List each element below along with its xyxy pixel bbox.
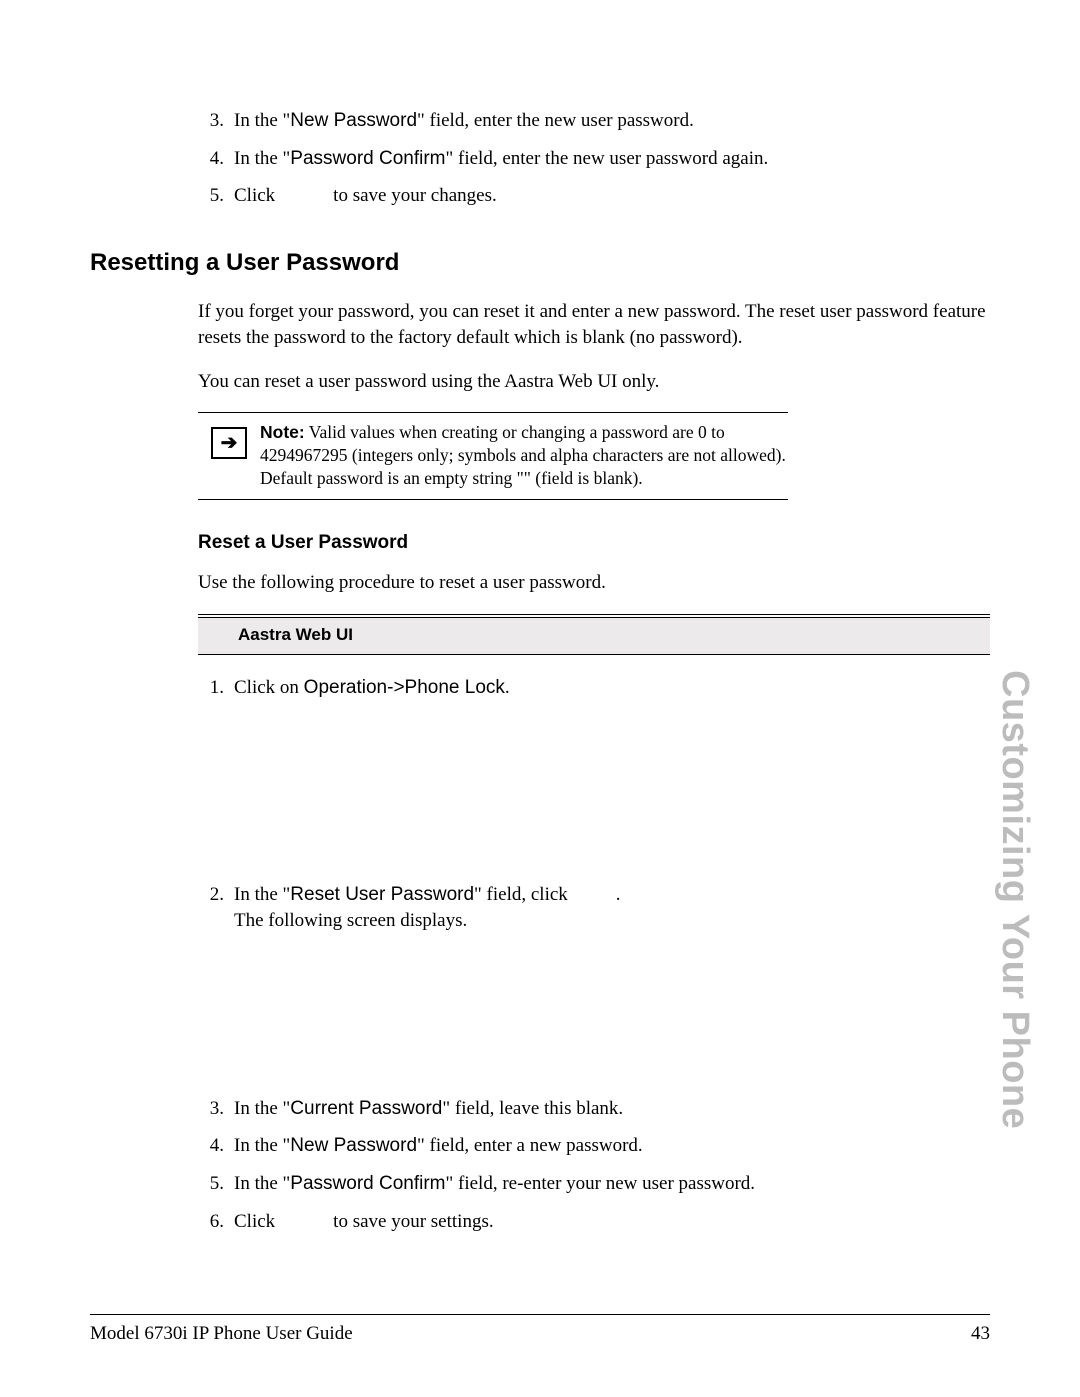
step-number: 4. xyxy=(198,146,234,172)
step-number: 2. xyxy=(198,882,234,933)
step-post: " field, leave this blank. xyxy=(442,1098,623,1119)
list-item: 6. Click to save your settings. xyxy=(198,1209,990,1235)
step-body: In the "Password Confirm" field, enter t… xyxy=(234,146,990,172)
arrow-right-icon: ➔ xyxy=(211,427,247,459)
step-pre: In the " xyxy=(234,148,290,169)
step-field: Operation->Phone Lock xyxy=(304,677,505,698)
step-body: Click to save your changes. xyxy=(234,183,990,209)
step-pre: Click xyxy=(234,1211,275,1232)
step-pre: In the " xyxy=(234,1098,290,1119)
paragraph: Use the following procedure to reset a u… xyxy=(198,570,990,596)
note-body: Valid values when creating or changing a… xyxy=(260,422,786,488)
image-placeholder xyxy=(198,712,990,882)
note-block: ➔ Note: Valid values when creating or ch… xyxy=(198,412,788,500)
step-body: In the "Reset User Password" field, clic… xyxy=(234,882,990,933)
section-heading: Resetting a User Password xyxy=(90,247,990,279)
list-item: 3. In the "New Password" field, enter th… xyxy=(198,108,990,134)
note-icon-cell: ➔ xyxy=(198,421,260,489)
step-body: In the "Current Password" field, leave t… xyxy=(234,1096,990,1122)
bottom-steps-list: 3. In the "Current Password" field, leav… xyxy=(198,1096,990,1235)
step-number: 6. xyxy=(198,1209,234,1235)
step-post: . xyxy=(505,677,510,698)
procedure-bar: Aastra Web UI xyxy=(198,614,990,655)
step-pre: In the " xyxy=(234,884,290,905)
step-pre: Click on xyxy=(234,677,304,698)
list-item: 3. In the "Current Password" field, leav… xyxy=(198,1096,990,1122)
step-body: Click to save your settings. xyxy=(234,1209,990,1235)
step-number: 5. xyxy=(198,183,234,209)
list-item: 5. In the "Password Confirm" field, re-e… xyxy=(198,1171,990,1197)
step-pre: In the " xyxy=(234,1173,290,1194)
step-post: " field, re-enter your new user password… xyxy=(446,1173,756,1194)
step-body: In the "New Password" field, enter the n… xyxy=(234,108,990,134)
page-footer: Model 6730i IP Phone User Guide 43 xyxy=(90,1314,990,1345)
procedure-label: Aastra Web UI xyxy=(198,615,990,654)
note-text: Note: Valid values when creating or chan… xyxy=(260,421,788,489)
main-content: 3. In the "New Password" field, enter th… xyxy=(198,108,990,1234)
note-label: Note: xyxy=(260,422,305,442)
sub-heading: Reset a User Password xyxy=(198,530,990,556)
list-item: 4. In the "Password Confirm" field, ente… xyxy=(198,146,990,172)
step-body: Click on Operation->Phone Lock. xyxy=(234,675,990,701)
list-item: 1. Click on Operation->Phone Lock. xyxy=(198,675,990,701)
step-field: New Password xyxy=(290,110,417,131)
top-steps-list: 3. In the "New Password" field, enter th… xyxy=(198,108,990,209)
side-chapter-title: Customizing Your Phone xyxy=(993,670,1036,1129)
step-extra-line: The following screen displays. xyxy=(234,910,467,931)
step-pre: In the " xyxy=(234,110,290,131)
step-field: Current Password xyxy=(290,1098,442,1119)
procedure-steps: 2. In the "Reset User Password" field, c… xyxy=(198,882,990,933)
step-field: Password Confirm xyxy=(290,1173,445,1194)
paragraph: If you forget your password, you can res… xyxy=(198,299,990,350)
step-post: to save your changes. xyxy=(333,185,497,206)
step-number: 3. xyxy=(198,108,234,134)
step-post: " field, enter the new user password aga… xyxy=(446,148,769,169)
list-item: 2. In the "Reset User Password" field, c… xyxy=(198,882,990,933)
step-post: to save your settings. xyxy=(333,1211,493,1232)
image-placeholder xyxy=(198,946,990,1096)
step-body: In the "Password Confirm" field, re-ente… xyxy=(234,1171,990,1197)
step-field: New Password xyxy=(290,1135,417,1156)
step-pre: In the " xyxy=(234,1135,290,1156)
footer-left: Model 6730i IP Phone User Guide xyxy=(90,1323,353,1345)
step-post: " field, click xyxy=(474,884,568,905)
step-number: 1. xyxy=(198,675,234,701)
list-item: 5. Click to save your changes. xyxy=(198,183,990,209)
step-pre: Click xyxy=(234,185,275,206)
paragraph: You can reset a user password using the … xyxy=(198,369,990,395)
document-page: 3. In the "New Password" field, enter th… xyxy=(0,0,1080,1397)
footer-page-number: 43 xyxy=(971,1323,990,1345)
step-number: 5. xyxy=(198,1171,234,1197)
step-number: 3. xyxy=(198,1096,234,1122)
step-field: Password Confirm xyxy=(290,148,445,169)
list-item: 4. In the "New Password" field, enter a … xyxy=(198,1133,990,1159)
step-number: 4. xyxy=(198,1133,234,1159)
step-body: In the "New Password" field, enter a new… xyxy=(234,1133,990,1159)
step-field: Reset User Password xyxy=(290,884,474,905)
procedure-steps: 1. Click on Operation->Phone Lock. xyxy=(198,675,990,701)
step-post: " field, enter a new password. xyxy=(417,1135,643,1156)
step-post: " field, enter the new user password. xyxy=(417,110,694,131)
